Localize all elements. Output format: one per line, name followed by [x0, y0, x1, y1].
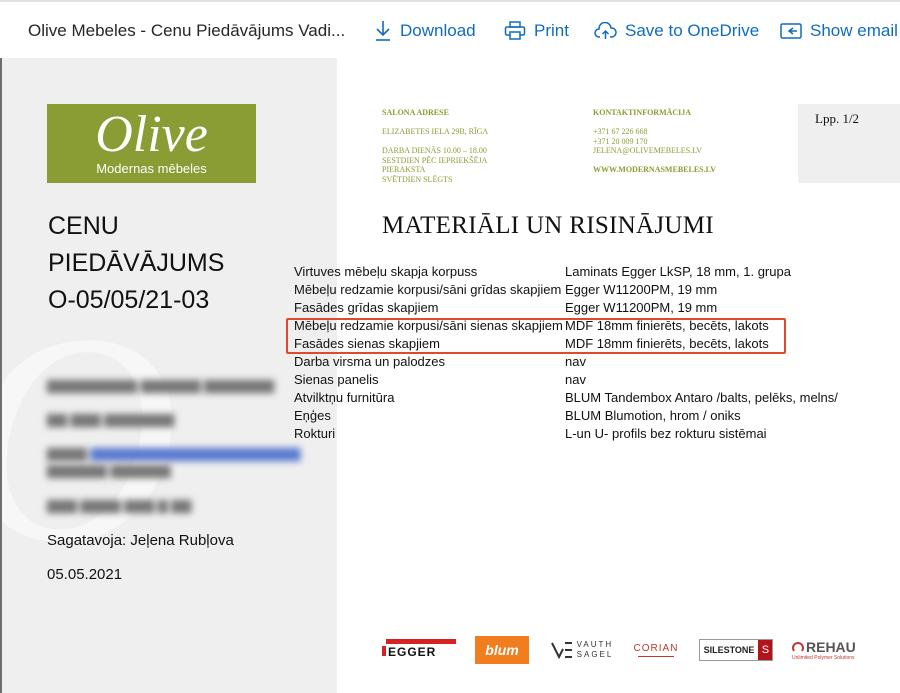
quote-title: CENU PIEDĀVĀJUMS O-05/05/21-03	[48, 208, 224, 319]
download-label: Download	[400, 21, 476, 40]
contact-heading: KONTAKTINFORMĀCIJA	[593, 108, 692, 117]
rehau-logo: REHAU Unlimited Polymer Solutions	[792, 633, 862, 667]
show-email-label: Show email	[810, 21, 898, 40]
material-label: Rokturi	[294, 426, 336, 441]
salon-hours-line: SESTDIEN PĒC IEPRIEKŠĒJA	[382, 155, 488, 165]
contact-website: WWW.MODERNASMEBELES.LV	[593, 165, 716, 174]
material-label: Sienas panelis	[294, 372, 379, 387]
download-button[interactable]: Download	[374, 18, 476, 44]
print-label: Print	[534, 21, 569, 40]
egger-logo: EGGER	[382, 633, 458, 667]
save-to-onedrive-label: Save to OneDrive	[625, 21, 760, 40]
material-value: L-un U- profils bez rokturu sistēmai	[565, 426, 767, 441]
quote-date: 05.05.2021	[47, 566, 123, 583]
olive-logo: Olive Modernas mēbeles	[47, 104, 256, 183]
salon-hours-line: SVĒTDIEN SLĒGTS	[382, 174, 453, 184]
page-number-box: Lpp. 1/2	[798, 104, 900, 183]
material-value: Egger W11200PM, 19 mm	[565, 282, 718, 297]
document-title: Olive Mebeles - Cenu Piedāvājums Vadi...	[28, 21, 346, 40]
egger-text: EGGER	[388, 645, 437, 659]
material-value: Egger W11200PM, 19 mm	[565, 300, 718, 315]
vauth-mark-icon	[550, 642, 572, 660]
material-value: Laminats Egger LkSP, 18 mm, 1. grupa	[565, 264, 791, 279]
blum-text: blum	[475, 636, 529, 664]
material-label: Darba virsma un palodzes	[294, 354, 446, 369]
contact-phone: +371 20 009 170	[593, 136, 648, 146]
partner-brands: EGGER blum VAUTH SAGEL CORIAN SILESTONE	[382, 633, 900, 673]
redacted-client-address: ▇▇▇▇▇▇ ▇▇▇▇▇▇	[47, 463, 171, 478]
viewer-toolbar: Olive Mebeles - Cenu Piedāvājums Vadi...…	[0, 0, 900, 58]
logo-wordmark: Olive	[95, 106, 208, 163]
material-value: BLUM Tandembox Antaro /balts, pelēks, me…	[565, 390, 838, 405]
rehau-mark-icon	[792, 642, 804, 652]
prepared-by: Sagatavoja: Jeļena Rubļova	[47, 532, 234, 549]
quote-info-panel: O Olive Modernas mēbeles CENU PIEDĀVĀJUM…	[2, 58, 337, 693]
salon-address: ELIZABETES IELA 29B, RĪGA	[382, 127, 489, 136]
silestone-text: SILESTONE	[703, 645, 755, 655]
salon-heading: SALONA ADRESE	[382, 108, 449, 117]
material-label: Virtuves mēbeļu skapja korpuss	[294, 264, 478, 279]
silestone-logo: SILESTONE S	[696, 633, 776, 667]
email-view-icon	[780, 23, 802, 39]
quote-number: O-05/05/21-03	[48, 286, 210, 314]
corian-text: CORIAN	[633, 643, 679, 654]
blum-logo: blum	[474, 633, 530, 667]
logo-tagline: Modernas mēbeles	[96, 161, 207, 176]
material-label: Fasādes grīdas skapjiem	[294, 300, 439, 315]
salon-hours-line: PIERAKSTA	[382, 165, 426, 174]
contact-block: KONTAKTINFORMĀCIJA +371 67 226 668 +371 …	[593, 108, 716, 175]
redacted-client-email: ▇▇▇▇ ▇▇▇▇▇▇▇▇▇▇▇▇▇▇▇▇▇▇▇▇▇	[47, 446, 301, 461]
salon-hours-line: DARBA DIENĀS 10.00 – 18.00	[382, 146, 487, 155]
redacted-client-phone: ▇▇ ▇▇▇ ▇▇▇▇▇▇▇	[47, 412, 175, 427]
save-to-onedrive-button[interactable]: Save to OneDrive	[594, 18, 759, 44]
document-viewer[interactable]: O Olive Modernas mēbeles CENU PIEDĀVĀJUM…	[0, 58, 900, 693]
vauth-sagel-logo: VAUTH SAGEL	[547, 633, 617, 667]
rehau-text: REHAU	[806, 639, 856, 655]
contact-phone: +371 67 226 668	[593, 127, 648, 136]
toolbar-top-border	[0, 0, 900, 2]
show-email-button[interactable]: Show email	[780, 18, 898, 44]
sagel-text: SAGEL	[576, 650, 614, 659]
print-button[interactable]: Print	[504, 18, 569, 44]
cloud-upload-icon	[594, 22, 617, 39]
vauth-text: VAUTH	[576, 640, 614, 649]
rehau-tagline: Unlimited Polymer Solutions	[792, 655, 855, 661]
materials-title: MATERIĀLI UN RISINĀJUMI	[382, 212, 714, 239]
silestone-mark-icon: S	[758, 640, 773, 660]
material-label: Mēbeļu redzamie korpusi/sāni grīdas skap…	[294, 282, 562, 297]
material-label: Atvilktņu furnitūra	[294, 390, 395, 405]
salon-address-block: SALONA ADRESE ELIZABETES IELA 29B, RĪGA …	[382, 108, 488, 184]
quote-title-line: PIEDĀVĀJUMS	[48, 249, 225, 277]
redacted-client-note: ▇▇▇ ▇▇▇▇ ▇▇▇ ▇ ▇▇	[47, 498, 192, 513]
page-number: Lpp. 1/2	[815, 111, 860, 126]
download-icon	[376, 21, 390, 41]
document-page: O Olive Modernas mēbeles CENU PIEDĀVĀJUM…	[2, 58, 900, 693]
material-value: nav	[565, 354, 586, 369]
quote-title-line: CENU	[48, 212, 119, 240]
redacted-client-name: ▇▇▇▇▇▇▇▇▇ ▇▇▇▇▇▇ ▇▇▇▇▇▇▇	[47, 378, 275, 393]
corian-logo: CORIAN	[632, 633, 680, 667]
material-label: Eņģes	[294, 408, 331, 423]
highlight-box	[286, 318, 786, 354]
material-value: nav	[565, 372, 586, 387]
printer-icon	[504, 21, 526, 40]
material-value: BLUM Blumotion, hrom / oniks	[565, 408, 741, 423]
contact-email: JELENA@OLIVEMEBELES.LV	[593, 146, 703, 155]
